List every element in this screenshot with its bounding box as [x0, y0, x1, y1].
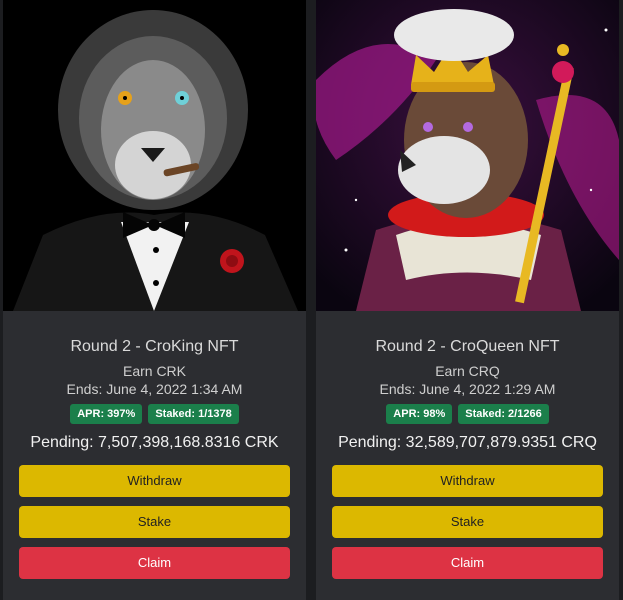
croqueen-nft-image	[316, 0, 619, 311]
earn-token: Earn CRQ	[435, 363, 500, 379]
badge-row: APR: 98% Staked: 2/1266	[316, 404, 619, 424]
croking-nft-image	[3, 0, 306, 311]
nft-card-croqueen: Round 2 - CroQueen NFT Earn CRQ Ends: Ju…	[316, 0, 619, 600]
card-body: Round 2 - CroQueen NFT Earn CRQ Ends: Ju…	[316, 311, 619, 600]
withdraw-button[interactable]: Withdraw	[332, 465, 603, 497]
nft-card-croking: Round 2 - CroKing NFT Earn CRK Ends: Jun…	[3, 0, 306, 600]
staked-badge: Staked: 1/1378	[148, 404, 239, 424]
apr-badge: APR: 397%	[70, 404, 143, 424]
staked-badge: Staked: 2/1266	[458, 404, 549, 424]
card-body: Round 2 - CroKing NFT Earn CRK Ends: Jun…	[3, 311, 306, 600]
pending-reward: Pending: 7,507,398,168.8316 CRK	[30, 434, 279, 451]
earn-token: Earn CRK	[122, 363, 187, 379]
pending-reward: Pending: 32,589,707,879.9351 CRQ	[338, 434, 597, 451]
apr-badge: APR: 98%	[386, 404, 453, 424]
stake-button[interactable]: Stake	[332, 506, 603, 538]
end-date: Ends: June 4, 2022 1:29 AM	[379, 381, 556, 397]
withdraw-button[interactable]: Withdraw	[19, 465, 290, 497]
stake-button[interactable]: Stake	[19, 506, 290, 538]
card-title: Round 2 - CroKing NFT	[70, 338, 239, 355]
claim-button[interactable]: Claim	[332, 547, 603, 579]
claim-button[interactable]: Claim	[19, 547, 290, 579]
card-title: Round 2 - CroQueen NFT	[375, 338, 560, 355]
end-date: Ends: June 4, 2022 1:34 AM	[66, 381, 243, 397]
badge-row: APR: 397% Staked: 1/1378	[3, 404, 306, 424]
